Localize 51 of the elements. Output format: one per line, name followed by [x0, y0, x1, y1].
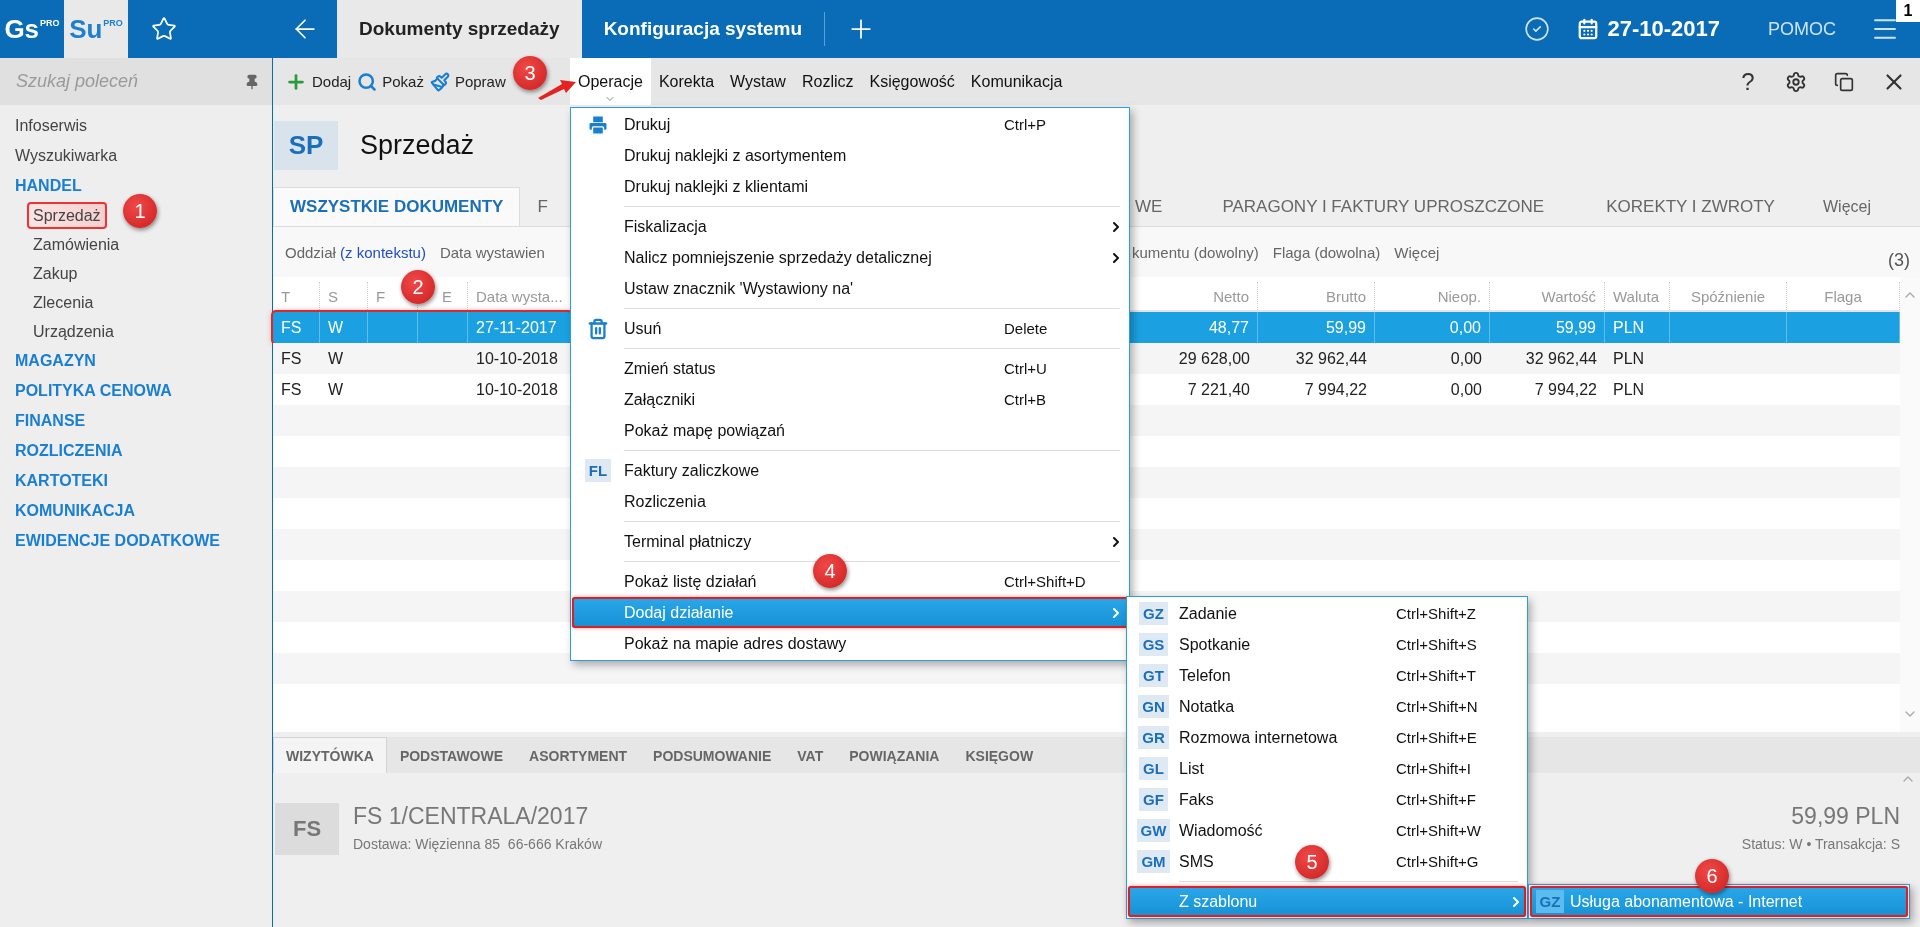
shortcut-text: Ctrl+U	[1004, 359, 1047, 377]
table-cell-text: 32 962,44	[1524, 348, 1598, 369]
record-count: (3)	[1888, 250, 1910, 272]
code-badge: GS	[1138, 633, 1169, 656]
table-cell-text: PLN	[1612, 379, 1646, 400]
document-title: Sprzedaż	[360, 129, 475, 161]
code-badge: GW	[1136, 819, 1171, 842]
table-cell-text: 0,00	[1449, 348, 1483, 369]
shortcut-text: Ctrl+Shift+T	[1396, 666, 1477, 684]
code-badge: GT	[1139, 664, 1168, 687]
shortcut-text: Ctrl+B	[1004, 390, 1047, 408]
shortcut-text: Ctrl+Shift+I	[1396, 759, 1472, 777]
shortcut-text: Ctrl+Shift+G	[1396, 852, 1479, 870]
table-cell-text: FS	[280, 348, 303, 369]
step-callout: 6	[1695, 859, 1729, 893]
shortcut-text: Ctrl+Shift+W	[1396, 821, 1482, 839]
table-cell-text: FS	[280, 379, 303, 400]
table-cell-text: 7 221,40	[1186, 379, 1251, 400]
table-cell-text: 29 628,00	[1177, 348, 1251, 369]
table-cell-text: 7 994,22	[1533, 379, 1598, 400]
document-type-badge: FS	[275, 803, 339, 855]
delivery-address: Dostawa: Więzienna 85 66-666 Kraków	[353, 836, 603, 852]
notification-badge: 1	[1896, 0, 1920, 22]
table-cell-text: W	[327, 348, 345, 369]
shortcut-text: Ctrl+Shift+S	[1396, 635, 1477, 653]
code-badge: GF	[1139, 788, 1168, 811]
table-cell-text: 7 994,22	[1303, 379, 1368, 400]
shortcut-text: Ctrl+Shift+D	[1004, 572, 1086, 590]
code-badge: GZ	[1139, 602, 1168, 625]
code-badge: GM	[1137, 850, 1170, 873]
document-code-badge: SP	[274, 120, 338, 170]
shortcut-text: Ctrl+Shift+F	[1396, 790, 1477, 808]
code-badge: FL	[584, 459, 612, 482]
table-cell-text: 10-10-2018	[475, 348, 559, 369]
document-number: FS 1/CENTRALA/2017	[353, 803, 589, 830]
status-text: Status: W • Transakcja: S	[1741, 836, 1900, 852]
shortcut-text: Delete	[1004, 319, 1048, 337]
table-cell-text: 32 962,44	[1294, 348, 1368, 369]
table-cell-text: 10-10-2018	[475, 379, 559, 400]
shortcut-text: Ctrl+P	[1004, 115, 1047, 133]
shortcut-text: Ctrl+Shift+E	[1396, 728, 1477, 746]
table-cell-text: W	[327, 379, 345, 400]
table-cell-text: 0,00	[1449, 379, 1483, 400]
code-badge: GL	[1139, 757, 1168, 780]
shortcut-text: Ctrl+Shift+N	[1396, 697, 1478, 715]
code-badge: GR	[1138, 726, 1169, 749]
code-badge: GZ	[1535, 890, 1565, 913]
table-cell-text: PLN	[1612, 348, 1646, 369]
shortcut-text: Ctrl+Shift+Z	[1396, 604, 1477, 622]
code-badge: GN	[1138, 695, 1169, 718]
amount-text: 59,99 PLN	[1791, 803, 1900, 830]
